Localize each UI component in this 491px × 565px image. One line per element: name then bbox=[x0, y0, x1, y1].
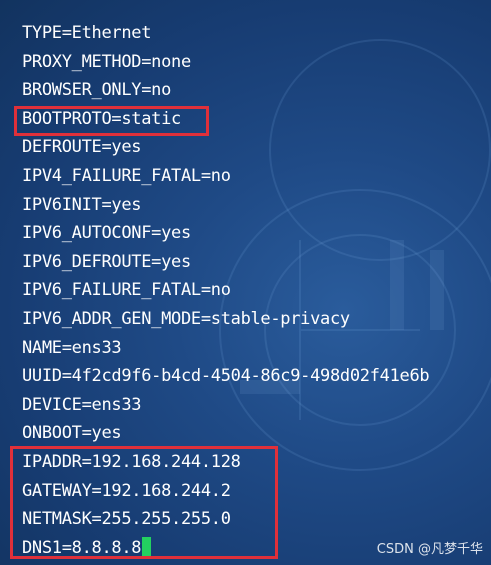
config-line-ipv6-defroute: IPV6_DEFROUTE=yes bbox=[22, 251, 191, 272]
config-line-ipv6init: IPV6INIT=yes bbox=[22, 194, 142, 215]
config-line-uuid: UUID=4f2cd9f6-b4cd-4504-86c9-498d02f41e6… bbox=[22, 366, 430, 387]
config-line-proxy-method: PROXY_METHOD=none bbox=[22, 51, 191, 72]
config-line-ipv6-addr-gen-mode: IPV6_ADDR_GEN_MODE=stable-privacy bbox=[22, 308, 350, 329]
watermark: CSDN @凡梦千华 bbox=[376, 542, 483, 557]
config-line-browser-only: BROWSER_ONLY=no bbox=[22, 80, 172, 101]
config-line-defroute: DEFROUTE=yes bbox=[22, 137, 142, 158]
highlight-box-bootproto bbox=[14, 106, 209, 136]
highlight-box-network-settings bbox=[10, 446, 278, 559]
config-line-type: TYPE=Ethernet bbox=[22, 23, 152, 43]
config-line-onboot: ONBOOT=yes bbox=[22, 423, 122, 444]
config-line-ipv6-autoconf: IPV6_AUTOCONF=yes bbox=[22, 223, 191, 244]
config-line-ipv4-failure-fatal: IPV4_FAILURE_FATAL=no bbox=[22, 165, 231, 186]
config-line-name: NAME=ens33 bbox=[22, 337, 122, 358]
config-line-ipv6-failure-fatal: IPV6_FAILURE_FATAL=no bbox=[22, 280, 231, 301]
config-line-device: DEVICE=ens33 bbox=[22, 394, 142, 415]
